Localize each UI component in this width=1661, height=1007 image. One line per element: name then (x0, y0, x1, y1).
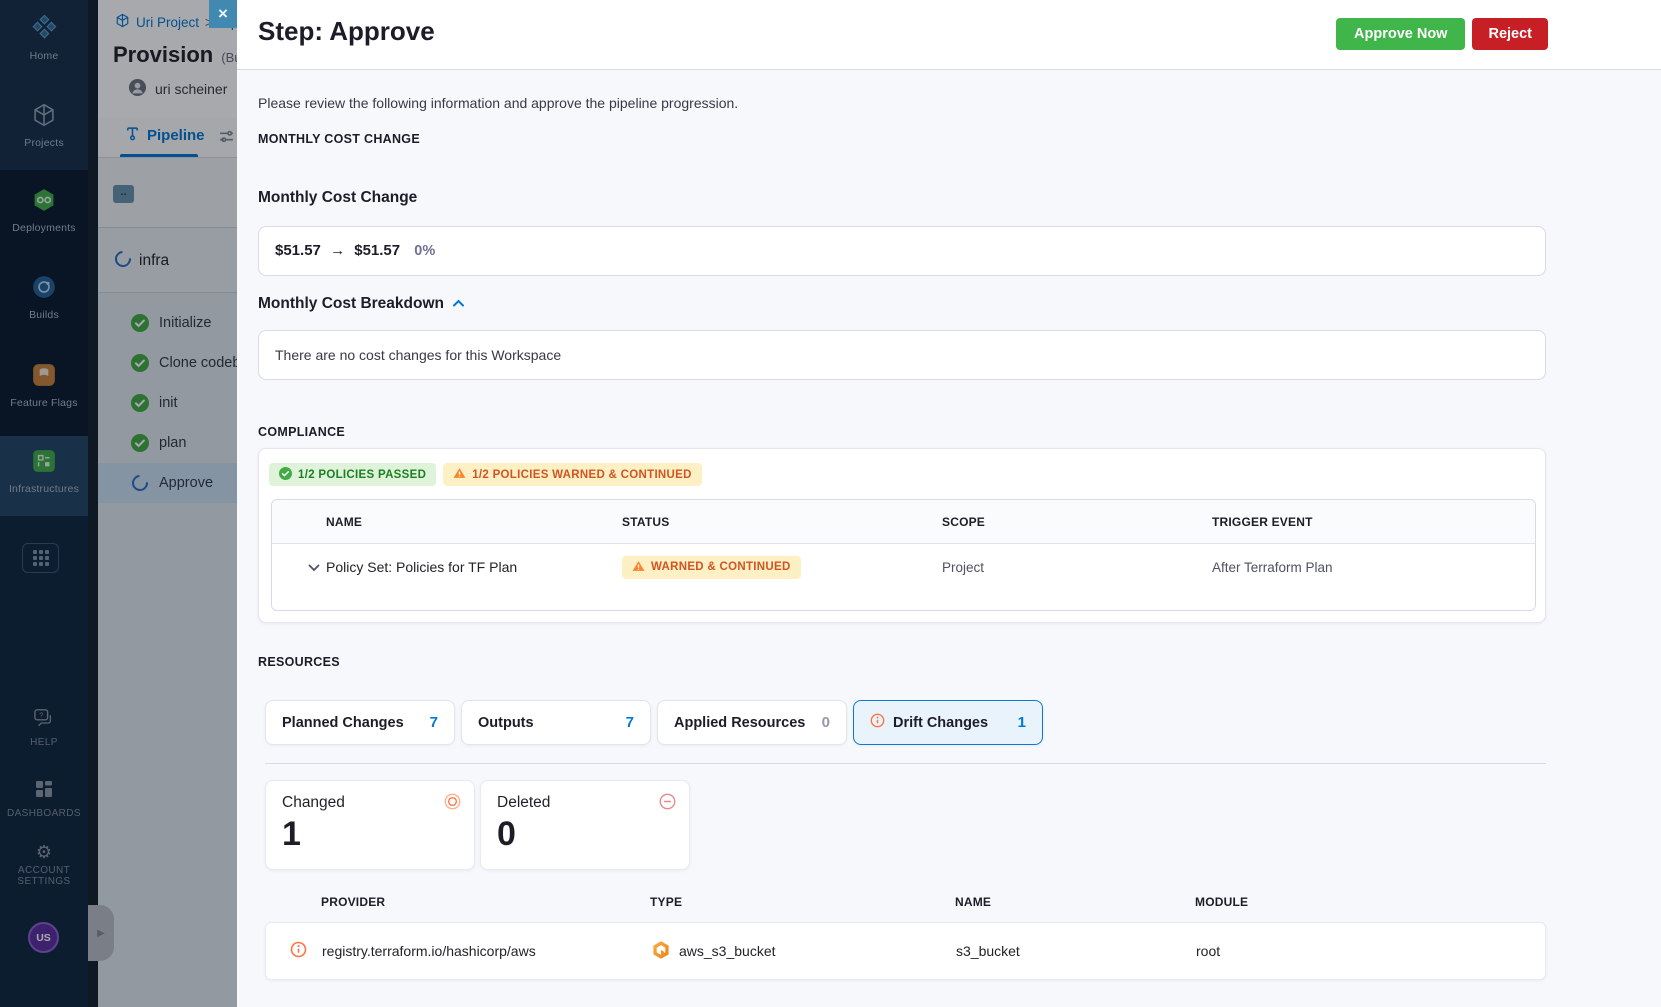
section-label-resources: RESOURCES (258, 655, 340, 669)
resource-tabs: Planned Changes 7 Outputs 7 Applied Reso… (265, 700, 1043, 745)
tab-label: Planned Changes (282, 714, 404, 731)
stat-value: 1 (282, 815, 301, 853)
app-root: Home Projects Deployments Builds Feature (0, 0, 1661, 1007)
drift-table-header: PROVIDER TYPE NAME MODULE (265, 895, 1546, 909)
drift-stat-cards: Changed 1 Deleted 0 (265, 780, 690, 870)
cost-breakdown-toggle[interactable]: Monthly Cost Breakdown (258, 295, 1546, 313)
tab-outputs[interactable]: Outputs 7 (461, 700, 651, 745)
tab-applied-resources[interactable]: Applied Resources 0 (657, 700, 847, 745)
chevron-down-icon[interactable] (308, 559, 320, 575)
policy-table: NAME STATUS SCOPE TRIGGER EVENT Policy S… (271, 499, 1536, 611)
section-label-compliance: COMPLIANCE (258, 425, 346, 439)
tab-label: Applied Resources (674, 714, 806, 731)
policies-warned-label: 1/2 POLICIES WARNED & CONTINUED (472, 468, 692, 481)
changed-circle-icon (444, 793, 461, 815)
drift-table-row[interactable]: registry.terraform.io/hashicorp/aws aws_… (265, 922, 1546, 980)
close-icon: × (218, 4, 228, 23)
approve-now-button[interactable]: Approve Now (1336, 18, 1466, 50)
col-scope: SCOPE (942, 514, 986, 529)
cost-change-card: $51.57 → $51.57 0% (258, 226, 1546, 276)
stat-label: Deleted (497, 794, 551, 811)
tab-label: Outputs (478, 714, 534, 731)
policies-warned-badge: 1/2 POLICIES WARNED & CONTINUED (443, 463, 702, 486)
cost-percent: 0% (414, 243, 436, 259)
cost-breakdown-empty-card: There are no cost changes for this Works… (258, 330, 1546, 380)
col-provider: PROVIDER (321, 895, 386, 909)
drawer-body: Please review the following information … (237, 70, 1661, 1007)
tab-planned-changes[interactable]: Planned Changes 7 (265, 700, 455, 745)
review-intro-text: Please review the following information … (258, 95, 739, 111)
tab-count: 1 (1017, 714, 1026, 731)
changed-stat-card: Changed 1 (265, 780, 475, 870)
stat-label: Changed (282, 794, 345, 811)
resource-provider: registry.terraform.io/hashicorp/aws (322, 943, 536, 959)
drift-info-icon (870, 713, 885, 732)
arrow-right-icon: → (330, 242, 346, 259)
policy-trigger-event: After Terraform Plan (1212, 559, 1333, 575)
policy-table-header: NAME STATUS SCOPE TRIGGER EVENT (272, 500, 1535, 544)
drawer-actions: Approve Now Reject (1336, 18, 1548, 50)
tab-count: 7 (429, 714, 438, 731)
policy-scope: Project (942, 559, 985, 575)
warning-triangle-icon (453, 467, 466, 482)
resource-name: s3_bucket (956, 943, 1020, 959)
compliance-badges: 1/2 POLICIES PASSED 1/2 POLICIES WARNED … (269, 463, 702, 486)
tab-count: 7 (625, 714, 634, 731)
col-name: NAME (955, 895, 992, 909)
chevron-up-icon (452, 295, 465, 313)
tab-count: 0 (821, 714, 830, 731)
warned-continued-badge: WARNED & CONTINUED (622, 555, 801, 579)
stat-value: 0 (497, 815, 516, 853)
policy-table-row[interactable]: Policy Set: Policies for TF Plan WARNED … (272, 544, 1535, 590)
reject-button[interactable]: Reject (1472, 18, 1548, 50)
drawer-header: Step: Approve Approve Now Reject (237, 0, 1661, 70)
section-label-monthly-cost: MONTHLY COST CHANGE (258, 132, 420, 146)
deleted-stat-card: Deleted 0 (480, 780, 690, 870)
col-module: MODULE (1195, 895, 1249, 909)
drift-info-icon (290, 941, 307, 961)
cost-from: $51.57 (275, 242, 321, 259)
monthly-cost-change-heading: Monthly Cost Change (258, 189, 418, 206)
aws-provider-hexagon-icon (651, 940, 671, 963)
col-type: TYPE (650, 895, 683, 909)
tab-label: Drift Changes (893, 714, 989, 731)
tab-drift-changes[interactable]: Drift Changes 1 (853, 700, 1043, 745)
warning-triangle-icon (632, 560, 645, 575)
approve-step-drawer: Step: Approve Approve Now Reject Please … (237, 0, 1661, 1007)
resources-divider (265, 763, 1546, 764)
policies-passed-label: 1/2 POLICIES PASSED (298, 468, 427, 481)
cost-to: $51.57 (354, 242, 401, 259)
compliance-card: 1/2 POLICIES PASSED 1/2 POLICIES WARNED … (258, 448, 1546, 623)
col-status: STATUS (622, 514, 670, 529)
minus-circle-icon (659, 793, 676, 815)
col-trigger-event: TRIGGER EVENT (1212, 514, 1313, 529)
check-circle-icon (279, 466, 292, 483)
policy-set-name: Policy Set: Policies for TF Plan (326, 559, 518, 575)
drawer-title: Step: Approve (258, 16, 435, 46)
warned-continued-label: WARNED & CONTINUED (651, 561, 791, 573)
policies-passed-badge: 1/2 POLICIES PASSED (269, 463, 437, 486)
col-name: NAME (326, 514, 363, 529)
resource-type: aws_s3_bucket (679, 943, 776, 959)
cost-breakdown-heading: Monthly Cost Breakdown (258, 295, 445, 312)
resource-module: root (1196, 943, 1221, 959)
drawer-close-button[interactable]: × (209, 0, 237, 28)
